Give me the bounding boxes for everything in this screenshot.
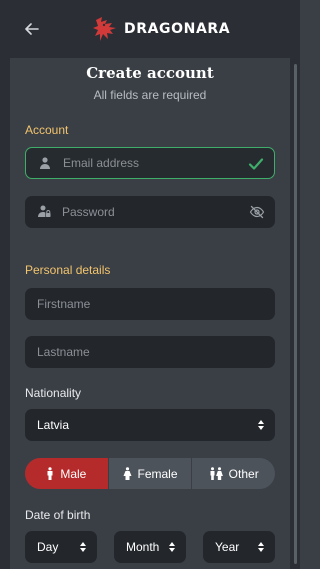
female-icon bbox=[123, 467, 131, 480]
lastname-field[interactable]: Lastname bbox=[25, 336, 275, 368]
gender-selector: Male Female Other bbox=[25, 458, 275, 489]
arrow-left-icon bbox=[25, 23, 39, 35]
sort-caret-icon bbox=[80, 542, 86, 552]
nationality-label: Nationality bbox=[25, 386, 82, 400]
password-field[interactable]: Password bbox=[25, 196, 275, 228]
firstname-field[interactable]: Firstname bbox=[25, 288, 275, 320]
dob-month-value: Month bbox=[126, 540, 160, 554]
section-label-account: Account bbox=[25, 123, 69, 137]
dob-year-select[interactable]: Year bbox=[203, 531, 275, 563]
gender-label-female: Female bbox=[137, 466, 178, 481]
dob-day-value: Day bbox=[37, 540, 59, 554]
scrollbar-thumb[interactable] bbox=[294, 64, 297, 564]
eye-slash-icon[interactable] bbox=[249, 204, 265, 220]
nationality-value: Latvia bbox=[37, 418, 70, 432]
dragon-logo-icon bbox=[93, 17, 116, 41]
page-subtitle: All fields are required bbox=[93, 88, 207, 102]
brand-logo[interactable]: DRAGONARA bbox=[92, 13, 230, 45]
sort-caret-icon bbox=[258, 420, 264, 430]
left-gutter bbox=[0, 58, 10, 569]
sort-caret-icon bbox=[258, 542, 264, 552]
dob-year-value: Year bbox=[215, 540, 240, 554]
checkmark-icon bbox=[248, 158, 264, 170]
dob-day-select[interactable]: Day bbox=[25, 531, 97, 563]
gender-label-other: Other bbox=[228, 466, 259, 481]
back-button[interactable] bbox=[22, 19, 42, 39]
user-icon bbox=[40, 157, 50, 169]
password-placeholder: Password bbox=[62, 205, 115, 219]
dob-month-select[interactable]: Month bbox=[114, 531, 186, 563]
gender-option-male[interactable]: Male bbox=[25, 458, 109, 489]
brand-name: DRAGONARA bbox=[124, 21, 231, 37]
sort-caret-icon bbox=[169, 542, 175, 552]
nationality-select[interactable]: Latvia bbox=[25, 409, 275, 441]
firstname-placeholder: Firstname bbox=[37, 297, 91, 311]
gender-option-other[interactable]: Other bbox=[192, 458, 275, 489]
scrollbar[interactable] bbox=[290, 58, 300, 569]
app-header: DRAGONARA bbox=[0, 0, 300, 58]
email-placeholder: Email address bbox=[63, 156, 140, 170]
user-lock-icon bbox=[38, 205, 51, 217]
lastname-placeholder: Lastname bbox=[37, 345, 90, 359]
section-label-personal: Personal details bbox=[25, 263, 111, 277]
gender-label-male: Male bbox=[60, 466, 87, 481]
couple-icon bbox=[210, 467, 223, 480]
dob-label: Date of birth bbox=[25, 508, 91, 522]
email-field[interactable]: Email address bbox=[25, 147, 275, 179]
page-title: Create account bbox=[86, 64, 214, 82]
male-icon bbox=[47, 467, 53, 480]
gender-option-female[interactable]: Female bbox=[109, 458, 193, 489]
